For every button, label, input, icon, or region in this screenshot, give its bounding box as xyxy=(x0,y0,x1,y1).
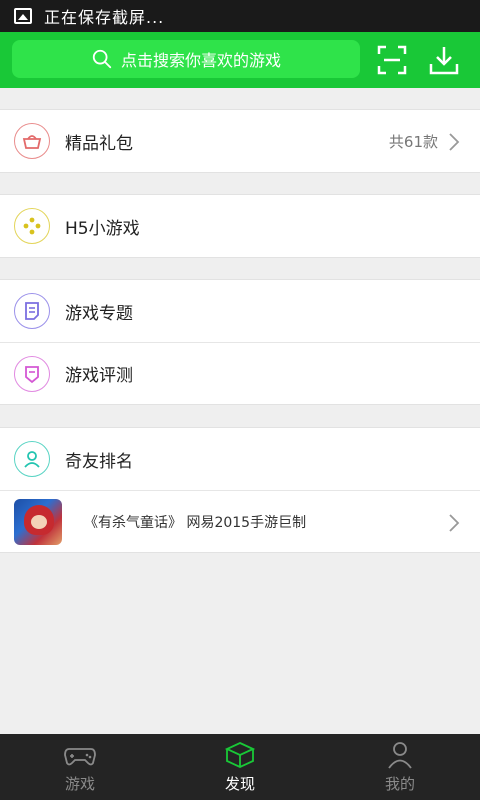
review-badge-icon xyxy=(14,355,50,392)
menu-item-gift-packs[interactable]: 精品礼包 共61款 xyxy=(0,110,480,172)
tab-label: 我的 xyxy=(384,774,415,793)
menu-group-gifts: 精品礼包 共61款 xyxy=(0,109,480,173)
chevron-right-icon xyxy=(449,514,460,532)
screenshot-icon xyxy=(14,8,32,24)
header: 点击搜索你喜欢的游戏 xyxy=(0,32,480,88)
menu-item-label: 游戏专题 xyxy=(65,303,133,324)
cube-discover-icon xyxy=(224,741,256,768)
gamepad-dots-icon xyxy=(14,208,50,244)
download-icon[interactable] xyxy=(428,44,460,76)
search-icon xyxy=(92,49,112,69)
gift-count: 共61款 xyxy=(388,132,438,151)
tab-games[interactable]: 游戏 xyxy=(0,734,160,800)
search-input[interactable]: 点击搜索你喜欢的游戏 xyxy=(12,40,360,78)
menu-group-h5: H5小游戏 xyxy=(0,194,480,258)
menu-group-content: 游戏专题 游戏评测 xyxy=(0,279,480,405)
promo-text: 《有杀气童话》 网易2015手游巨制 xyxy=(84,514,307,531)
person-icon xyxy=(388,741,412,769)
chevron-right-icon xyxy=(449,133,460,151)
tab-mine[interactable]: 我的 xyxy=(320,734,480,800)
tab-discover[interactable]: 发现 xyxy=(160,734,320,800)
menu-item-label: 精品礼包 xyxy=(65,133,133,154)
document-icon xyxy=(14,293,50,329)
status-bar: 正在保存截屏... xyxy=(0,0,480,32)
menu-item-h5-games[interactable]: H5小游戏 xyxy=(0,195,480,257)
search-placeholder: 点击搜索你喜欢的游戏 xyxy=(120,51,281,70)
menu-item-label: 游戏评测 xyxy=(65,366,133,386)
user-icon xyxy=(14,441,50,477)
menu-item-label: H5小游戏 xyxy=(65,218,140,239)
status-text: 正在保存截屏... xyxy=(44,8,165,27)
menu-item-game-topics[interactable]: 游戏专题 xyxy=(0,280,480,342)
menu-group-social: 奇友排名 《有杀气童话》 网易2015手游巨制 xyxy=(0,427,480,553)
tab-label: 游戏 xyxy=(64,774,95,793)
game-thumbnail xyxy=(14,498,62,545)
promo-banner[interactable]: 《有杀气童话》 网易2015手游巨制 xyxy=(0,490,480,552)
menu-item-game-reviews[interactable]: 游戏评测 xyxy=(0,342,480,404)
gift-basket-icon xyxy=(14,123,50,159)
bottom-tab-bar: 游戏 发现 我的 xyxy=(0,734,480,800)
tab-label: 发现 xyxy=(224,774,255,793)
scan-icon[interactable] xyxy=(376,44,408,76)
menu-item-friend-ranking[interactable]: 奇友排名 xyxy=(0,428,480,490)
menu-item-label: 奇友排名 xyxy=(65,451,133,472)
gamepad-icon xyxy=(64,747,96,765)
